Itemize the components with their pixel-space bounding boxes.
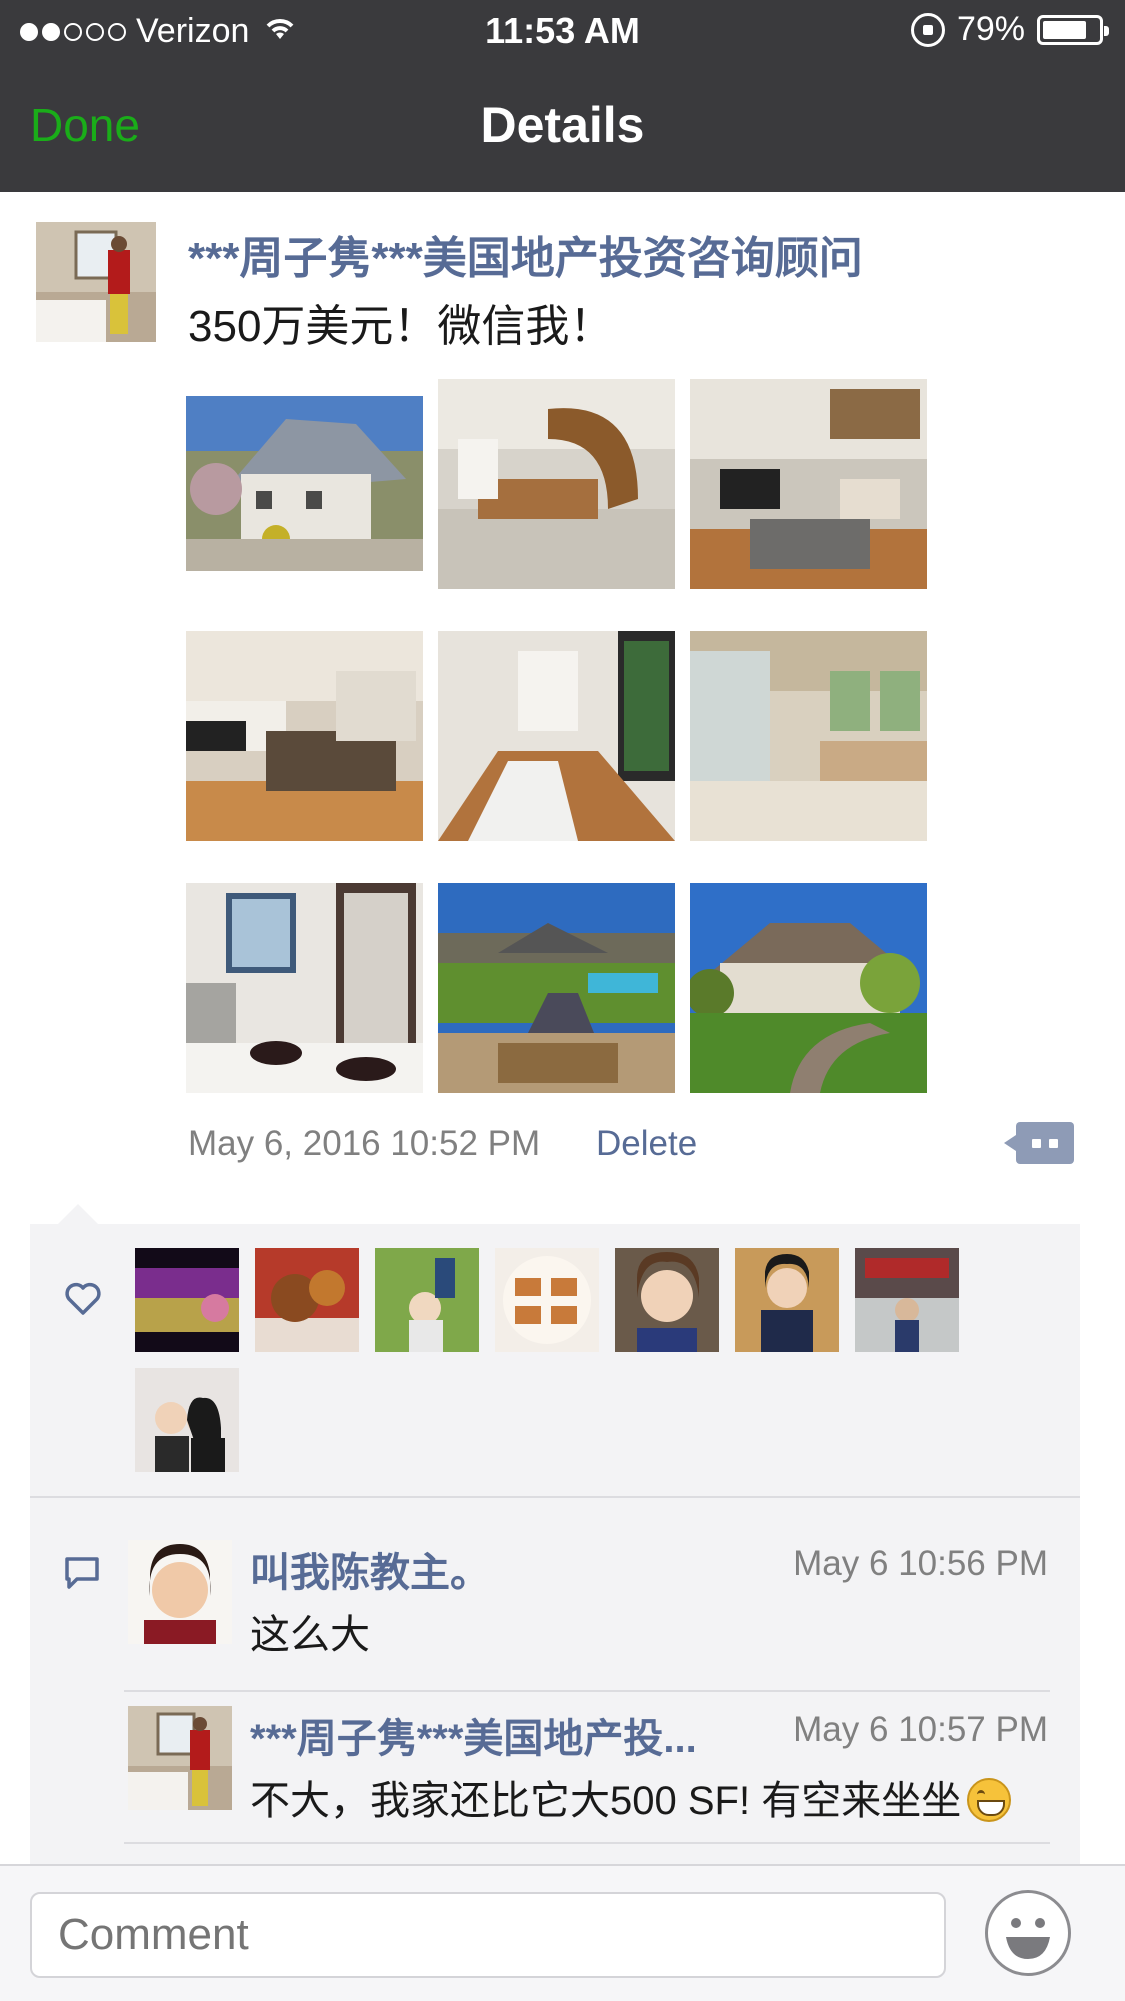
house-exterior-photo[interactable] bbox=[186, 379, 423, 625]
liker-avatar[interactable] bbox=[135, 1368, 239, 1472]
garden-pool-photo[interactable] bbox=[438, 883, 675, 1093]
battery-percent: 79% bbox=[956, 10, 1025, 48]
liker-avatar[interactable] bbox=[495, 1248, 599, 1352]
status-bar: Verizon 11:53 AM 79% bbox=[0, 0, 1125, 60]
more-actions-button[interactable] bbox=[1004, 1122, 1074, 1164]
commenter-name[interactable]: 叫我陈教主。 bbox=[250, 1540, 650, 1598]
commenter-avatar[interactable] bbox=[128, 1540, 232, 1644]
comment-timestamp: May 6 10:56 PM bbox=[793, 1544, 1048, 1583]
comment-timestamp: May 6 10:57 PM bbox=[793, 1710, 1048, 1749]
bathroom-tile-photo[interactable] bbox=[186, 883, 423, 1093]
comment-divider bbox=[124, 1842, 1050, 1844]
heart-icon bbox=[64, 1282, 102, 1321]
comment-divider bbox=[124, 1690, 1050, 1692]
post-text: 350万美元！微信我！ bbox=[188, 302, 614, 351]
post-timestamp: May 6, 2016 10:52 PM bbox=[188, 1124, 541, 1163]
liker-avatar[interactable] bbox=[375, 1248, 479, 1352]
page-title: Details bbox=[480, 97, 645, 153]
foyer-staircase-photo[interactable] bbox=[438, 379, 675, 589]
liker-avatar[interactable] bbox=[255, 1248, 359, 1352]
backyard-house-photo[interactable] bbox=[690, 883, 927, 1093]
liker-avatar[interactable] bbox=[855, 1248, 959, 1352]
kitchen-photo[interactable] bbox=[186, 631, 423, 841]
battery-icon bbox=[1037, 14, 1109, 45]
liker-avatar[interactable] bbox=[735, 1248, 839, 1352]
commenter-avatar[interactable] bbox=[128, 1706, 232, 1810]
liker-avatar[interactable] bbox=[615, 1248, 719, 1352]
comment-bubble-icon bbox=[64, 1556, 100, 1595]
hallway-photo[interactable] bbox=[438, 631, 675, 841]
likes-comments-divider bbox=[30, 1496, 1080, 1498]
post-author-name[interactable]: ***周子隽***美国地产投资咨询顾问 bbox=[188, 222, 863, 286]
liker-avatar[interactable] bbox=[135, 1248, 239, 1352]
grin-emoji-icon bbox=[967, 1778, 1012, 1822]
comment-text-body: 不大，我家还比它大500 SF! 有空来坐坐 bbox=[250, 1779, 962, 1823]
comment-text[interactable]: 这么大 bbox=[250, 1602, 370, 1660]
status-right-group: 79% bbox=[910, 10, 1109, 49]
living-room-piano-photo[interactable] bbox=[690, 379, 927, 589]
author-avatar[interactable] bbox=[36, 222, 156, 342]
commenter-name[interactable]: ***周子隽***美国地产投... bbox=[250, 1706, 750, 1764]
smiley-icon[interactable] bbox=[985, 1890, 1071, 1976]
comment-input[interactable] bbox=[30, 1892, 946, 1978]
panel-pointer bbox=[58, 1204, 98, 1224]
bathroom-shower-photo[interactable] bbox=[690, 631, 927, 841]
rotation-lock-icon bbox=[910, 12, 945, 47]
delete-button[interactable]: Delete bbox=[596, 1124, 697, 1164]
navigation-bar: Done Details bbox=[0, 60, 1125, 192]
comment-text[interactable]: 不大，我家还比它大500 SF! 有空来坐坐 bbox=[250, 1768, 1012, 1826]
